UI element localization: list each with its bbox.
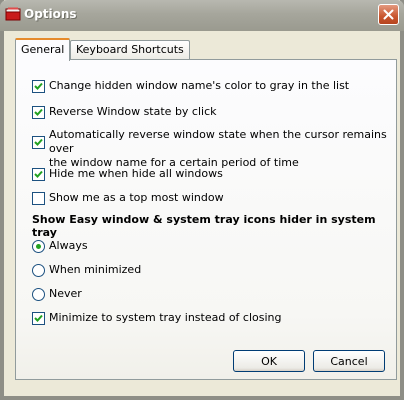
app-icon xyxy=(5,7,21,21)
close-button[interactable] xyxy=(378,4,399,25)
option-minimize-to-tray[interactable]: Minimize to system tray instead of closi… xyxy=(32,311,282,325)
radio-selected-dot xyxy=(36,244,41,249)
tab-general[interactable]: General xyxy=(15,38,71,61)
title-bar[interactable]: Options xyxy=(0,0,404,31)
ok-button[interactable]: OK xyxy=(233,350,305,372)
cancel-button[interactable]: Cancel xyxy=(313,350,385,372)
checkmark-icon xyxy=(34,82,43,90)
always-radio[interactable] xyxy=(32,240,45,253)
hide-me-checkbox[interactable] xyxy=(32,168,45,181)
reverse-click-checkbox[interactable] xyxy=(32,106,45,119)
auto-reverse-label: Automatically reverse window state when … xyxy=(49,128,396,170)
top-most-label: Show me as a top most window xyxy=(49,191,224,204)
when-minimized-radio[interactable] xyxy=(32,264,45,277)
option-top-most[interactable]: Show me as a top most window xyxy=(32,191,224,205)
radio-when-minimized[interactable]: When minimized xyxy=(32,263,141,277)
option-gray-hidden[interactable]: Change hidden window name's color to gra… xyxy=(32,79,349,93)
checkmark-icon xyxy=(34,108,43,116)
minimize-to-tray-checkbox[interactable] xyxy=(32,312,45,325)
gray-hidden-checkbox[interactable] xyxy=(32,80,45,93)
option-hide-me[interactable]: Hide me when hide all windows xyxy=(32,167,223,181)
window-title: Options xyxy=(24,7,77,21)
checkmark-icon xyxy=(34,138,43,146)
option-reverse-click[interactable]: Reverse Window state by click xyxy=(32,105,217,119)
always-label: Always xyxy=(49,239,88,252)
radio-always[interactable]: Always xyxy=(32,239,88,253)
general-tab-panel: Change hidden window name's color to gra… xyxy=(15,59,397,380)
option-auto-reverse[interactable]: Automatically reverse window state when … xyxy=(32,128,396,170)
tab-keyboard-shortcuts[interactable]: Keyboard Shortcuts xyxy=(70,40,190,59)
tray-section-heading: Show Easy window & system tray icons hid… xyxy=(32,213,376,239)
top-most-checkbox[interactable] xyxy=(32,192,45,205)
never-label: Never xyxy=(49,287,82,300)
hide-me-label: Hide me when hide all windows xyxy=(49,167,223,180)
auto-reverse-checkbox[interactable] xyxy=(32,136,45,149)
options-window: Options Keyboard Shortcuts General Chang… xyxy=(0,0,404,400)
close-icon xyxy=(383,9,394,20)
minimize-to-tray-label: Minimize to system tray instead of closi… xyxy=(49,311,282,324)
reverse-click-label: Reverse Window state by click xyxy=(49,105,217,118)
never-radio[interactable] xyxy=(32,288,45,301)
checkmark-icon xyxy=(34,314,43,322)
when-minimized-label: When minimized xyxy=(49,263,142,276)
gray-hidden-label: Change hidden window name's color to gra… xyxy=(49,79,350,92)
checkmark-icon xyxy=(34,170,43,178)
radio-never[interactable]: Never xyxy=(32,287,82,301)
auto-reverse-label-line1: Automatically reverse window state when … xyxy=(49,128,387,155)
